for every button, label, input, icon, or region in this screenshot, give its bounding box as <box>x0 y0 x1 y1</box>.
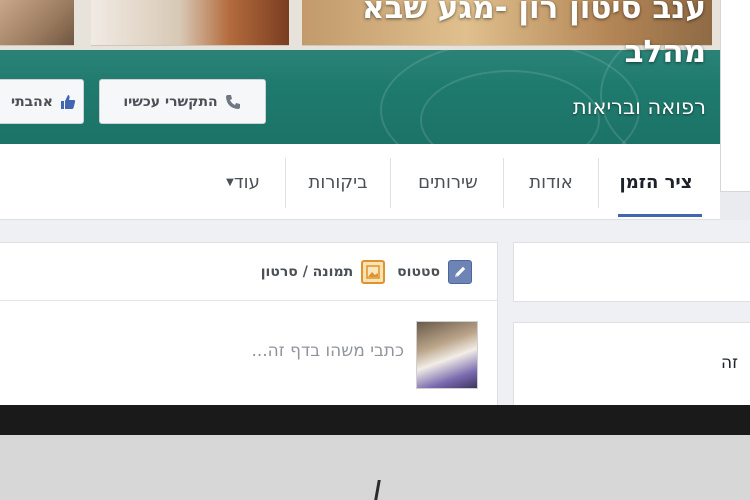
like-label: אהבתי <box>10 93 53 110</box>
post-composer: סטטוס תמונה / סרטון כתבי משהו בדף זה... <box>0 242 498 407</box>
photo-icon <box>361 259 386 284</box>
photo-video-label: תמונה / סרטון <box>260 263 354 280</box>
pencil-icon <box>448 259 472 284</box>
tab-timeline[interactable]: ציר הזמן <box>604 144 708 220</box>
tab-label: עוד <box>233 171 260 193</box>
call-now-label: התקשרי עכשיו <box>123 93 218 110</box>
post-input[interactable]: כתבי משהו בדף זה... <box>251 341 404 361</box>
tab-divider <box>503 158 504 208</box>
tab-label: ציר הזמן <box>619 171 693 193</box>
tab-reviews[interactable]: ביקורות <box>292 144 384 220</box>
cover-area: ענב סיטון רון -מגע שבא מהלב רפואה ובריאו… <box>0 0 750 144</box>
avatar[interactable] <box>416 321 478 389</box>
tab-services[interactable]: שירותים <box>400 144 496 220</box>
page-name[interactable]: ענב סיטון רון -מגע שבא מהלב <box>346 0 706 74</box>
call-now-button[interactable]: התקשרי עכשיו <box>99 79 266 124</box>
thumbs-up-icon <box>59 93 77 111</box>
overlay-dark-band <box>0 405 750 435</box>
page-category[interactable]: רפואה ובריאות <box>573 92 706 122</box>
tab-more[interactable]: עוד ▼ <box>200 144 278 220</box>
tab-divider <box>598 158 599 208</box>
active-tab-indicator <box>618 214 702 217</box>
tab-divider <box>285 158 286 208</box>
phone-icon <box>224 93 242 111</box>
composer-actions: סטטוס תמונה / סרטון <box>0 243 498 301</box>
tab-about[interactable]: אודות <box>510 144 592 220</box>
tab-label: ביקורות <box>308 171 368 193</box>
cover-photo <box>91 0 289 46</box>
side-card: זה <box>513 322 750 412</box>
side-card <box>513 242 750 302</box>
cover-photo <box>0 0 74 46</box>
status-label: סטטוס <box>397 263 440 280</box>
side-card-text: זה <box>721 353 738 373</box>
tab-divider <box>390 158 391 208</box>
profile-picture-frame <box>720 0 750 192</box>
page-tabs: ציר הזמן אודות שירותים ביקורות עוד ▼ <box>0 144 720 220</box>
caret-down-icon: ▼ <box>226 176 234 188</box>
photo-video-action[interactable]: תמונה / סרטון <box>260 259 386 284</box>
tab-label: שירותים <box>418 171 478 193</box>
tab-label: אודות <box>529 171 573 193</box>
composer-body: כתבי משהו בדף זה... <box>0 301 498 401</box>
status-action[interactable]: סטטוס <box>397 259 472 284</box>
like-button[interactable]: אהבתי <box>0 79 84 124</box>
